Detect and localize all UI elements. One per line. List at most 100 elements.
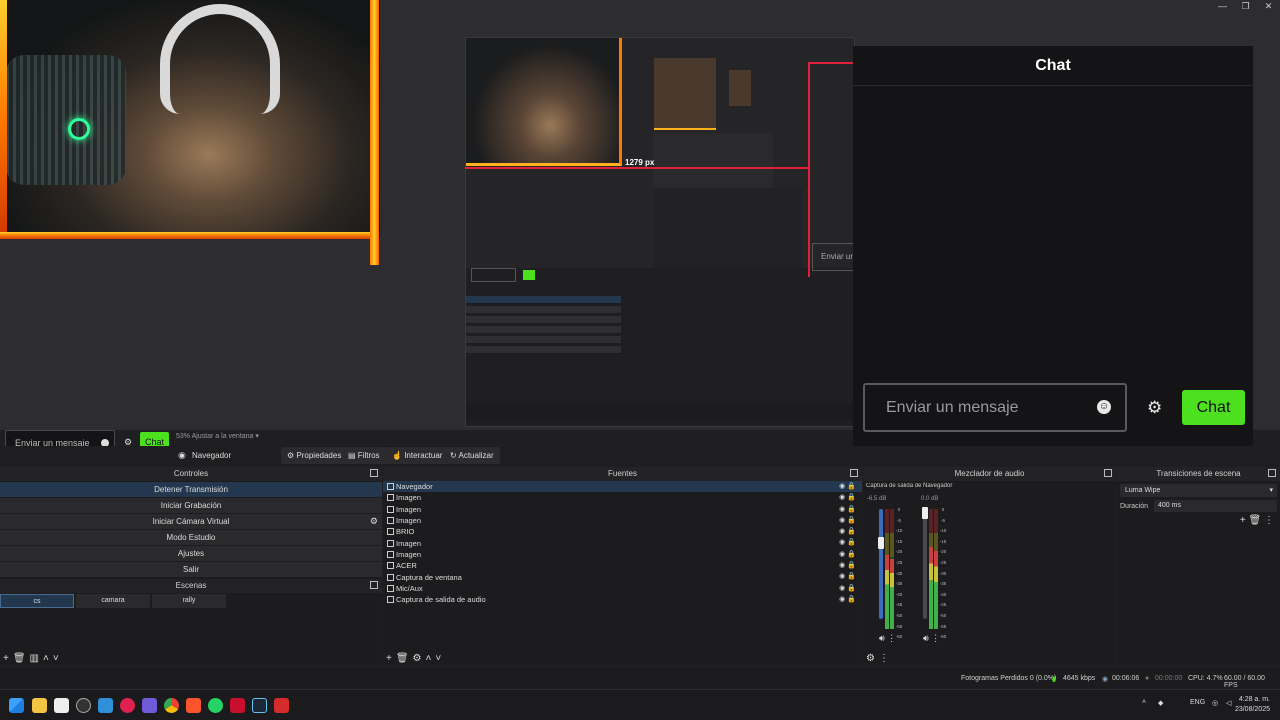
- app-icon[interactable]: [230, 698, 245, 713]
- source-item[interactable]: Navegador ◉🔒: [383, 481, 862, 493]
- filters-button[interactable]: ▤ Filtros: [342, 447, 386, 464]
- refresh-button[interactable]: ↻ Actualizar: [444, 447, 500, 464]
- menu-icon[interactable]: ⋮: [1264, 515, 1274, 526]
- exit-button[interactable]: Salir: [0, 562, 382, 577]
- volume-icon[interactable]: ◁: [1226, 699, 1231, 707]
- source-item[interactable]: Imagen ◉🔒: [383, 549, 862, 560]
- source-item[interactable]: Imagen ◉🔒: [383, 537, 862, 548]
- visibility-lock-icons[interactable]: ◉🔒: [839, 560, 858, 571]
- zoom-label[interactable]: 53% Ajustar a la ventana ▾: [176, 432, 259, 440]
- gear-icon[interactable]: ⚙: [413, 653, 422, 664]
- visibility-lock-icons[interactable]: ◉🔒: [839, 571, 858, 582]
- steam-icon[interactable]: [252, 698, 267, 713]
- settings-button[interactable]: Ajustes: [0, 546, 382, 561]
- popout-icon[interactable]: [1104, 469, 1112, 477]
- fps: 60.00 / 60.00 FPS: [1224, 675, 1265, 689]
- up-icon[interactable]: ˄: [43, 653, 49, 664]
- scene-item[interactable]: rally: [152, 594, 226, 608]
- source-item[interactable]: Imagen ◉🔒: [383, 515, 862, 526]
- down-icon[interactable]: ˅: [435, 653, 441, 664]
- scene-item[interactable]: cs: [0, 594, 74, 608]
- visibility-lock-icons[interactable]: ◉🔒: [839, 549, 858, 560]
- volume-slider[interactable]: [923, 509, 927, 619]
- visibility-lock-icons[interactable]: ◉🔒: [839, 515, 858, 526]
- source-item[interactable]: Imagen ◉🔒: [383, 504, 862, 515]
- nested-webcam-3: [729, 70, 751, 106]
- emoji-icon[interactable]: ☺: [1097, 400, 1111, 414]
- folder-icon[interactable]: [32, 698, 47, 713]
- start-recording-button[interactable]: Iniciar Grabación: [0, 498, 382, 513]
- transition-select[interactable]: Luma Wipe ▾: [1120, 484, 1277, 497]
- gear-icon[interactable]: ⚙: [370, 514, 378, 529]
- trash-icon[interactable]: 🗑: [1249, 515, 1262, 526]
- scene-item[interactable]: camara: [76, 594, 150, 608]
- gear-icon[interactable]: ⚙: [1147, 398, 1162, 418]
- up-icon[interactable]: ˄: [426, 653, 432, 664]
- source-item[interactable]: Captura de salida de audio ◉🔒: [383, 594, 862, 605]
- app-icon[interactable]: [274, 698, 289, 713]
- tray-chevron-icon[interactable]: ˄: [1142, 699, 1146, 706]
- chrome-icon[interactable]: [164, 698, 179, 713]
- media-icon[interactable]: [120, 698, 135, 713]
- add-icon[interactable]: +: [386, 653, 392, 664]
- speaker-icon[interactable]: 🔊︎ ⋮: [879, 633, 896, 644]
- start-virtual-camera-button[interactable]: Iniciar Cámara Virtual ⚙: [0, 514, 382, 529]
- visibility-lock-icons[interactable]: ◉🔒: [839, 504, 858, 515]
- menu-icon[interactable]: ⋮: [879, 653, 889, 664]
- source-item[interactable]: Mic/Aux ◉🔒: [383, 583, 862, 594]
- duration-input[interactable]: 400 ms: [1154, 500, 1277, 512]
- tray-app-icon[interactable]: ◆: [1158, 699, 1163, 707]
- popout-icon[interactable]: [850, 469, 858, 477]
- windows-start-icon[interactable]: [9, 698, 24, 713]
- source-item[interactable]: Imagen ◉🔒: [383, 492, 862, 503]
- clock[interactable]: 4:28 a. m. 23/08/2025: [1235, 695, 1270, 715]
- brave-icon[interactable]: [186, 698, 201, 713]
- studio-mode-button[interactable]: Modo Estudio: [0, 530, 382, 545]
- visibility-lock-icons[interactable]: ◉🔒: [839, 583, 858, 594]
- visibility-lock-icons[interactable]: ◉🔒: [839, 526, 858, 537]
- add-icon[interactable]: +: [1240, 515, 1246, 526]
- filter-icon[interactable]: ▥: [30, 653, 39, 664]
- visibility-lock-icons[interactable]: ◉🔒: [839, 492, 858, 503]
- restore-button[interactable]: ❐: [1234, 0, 1257, 14]
- popout-icon[interactable]: [1268, 469, 1276, 477]
- app-icon[interactable]: [54, 698, 69, 713]
- whatsapp-icon[interactable]: [208, 698, 223, 713]
- language-indicator[interactable]: ENG: [1190, 699, 1205, 706]
- interact-button[interactable]: ☝ Interactuar: [386, 447, 449, 464]
- minimize-button[interactable]: —: [1211, 0, 1234, 14]
- globe-icon: ◉: [178, 450, 186, 460]
- meter-tick-label: -45: [895, 602, 903, 608]
- mixer-db: -6.5 dB: [867, 496, 887, 502]
- add-icon[interactable]: +: [3, 653, 9, 664]
- visibility-lock-icons[interactable]: ◉🔒: [839, 537, 858, 548]
- chat-send-button[interactable]: Chat: [1182, 390, 1245, 425]
- meter-tick-label: -10: [939, 528, 947, 534]
- volume-slider[interactable]: [879, 509, 883, 619]
- obs-icon[interactable]: [76, 698, 91, 713]
- source-item[interactable]: ACER ◉🔒: [383, 560, 862, 571]
- meter-tick-label: -50: [939, 612, 947, 618]
- meter-ticks: 0 -5 -10 -15 -20 -25 -30 -35 -40 -45 -50 -55 -60: [938, 505, 948, 643]
- source-item[interactable]: BRIO ◉🔒: [383, 526, 862, 537]
- trash-icon[interactable]: 🗑: [13, 653, 26, 664]
- stop-streaming-button[interactable]: Detener Transmisión: [0, 482, 382, 497]
- network-icon[interactable]: ◎: [1212, 699, 1218, 707]
- discord-icon[interactable]: [142, 698, 157, 713]
- gear-icon[interactable]: ⚙: [866, 653, 875, 664]
- volume-knob[interactable]: [878, 537, 884, 549]
- popout-icon[interactable]: [370, 469, 378, 477]
- popout-icon[interactable]: [370, 581, 378, 589]
- volume-knob[interactable]: [922, 507, 928, 519]
- close-button[interactable]: ✕: [1257, 0, 1280, 14]
- properties-button[interactable]: ⚙ Propiedades: [281, 447, 348, 464]
- down-icon[interactable]: ˅: [53, 653, 59, 664]
- meter-tick-label: -10: [895, 528, 903, 534]
- visibility-lock-icons[interactable]: ◉🔒: [839, 481, 858, 492]
- trash-icon[interactable]: 🗑: [396, 653, 409, 664]
- speaker-icon[interactable]: 🔊︎ ⋮: [923, 633, 940, 644]
- visibility-lock-icons[interactable]: ◉🔒: [839, 594, 858, 605]
- browser-icon[interactable]: [98, 698, 113, 713]
- source-item[interactable]: Captura de ventana ◉🔒: [383, 571, 862, 582]
- chat-message-input[interactable]: Enviar un mensaje ☺: [863, 383, 1127, 432]
